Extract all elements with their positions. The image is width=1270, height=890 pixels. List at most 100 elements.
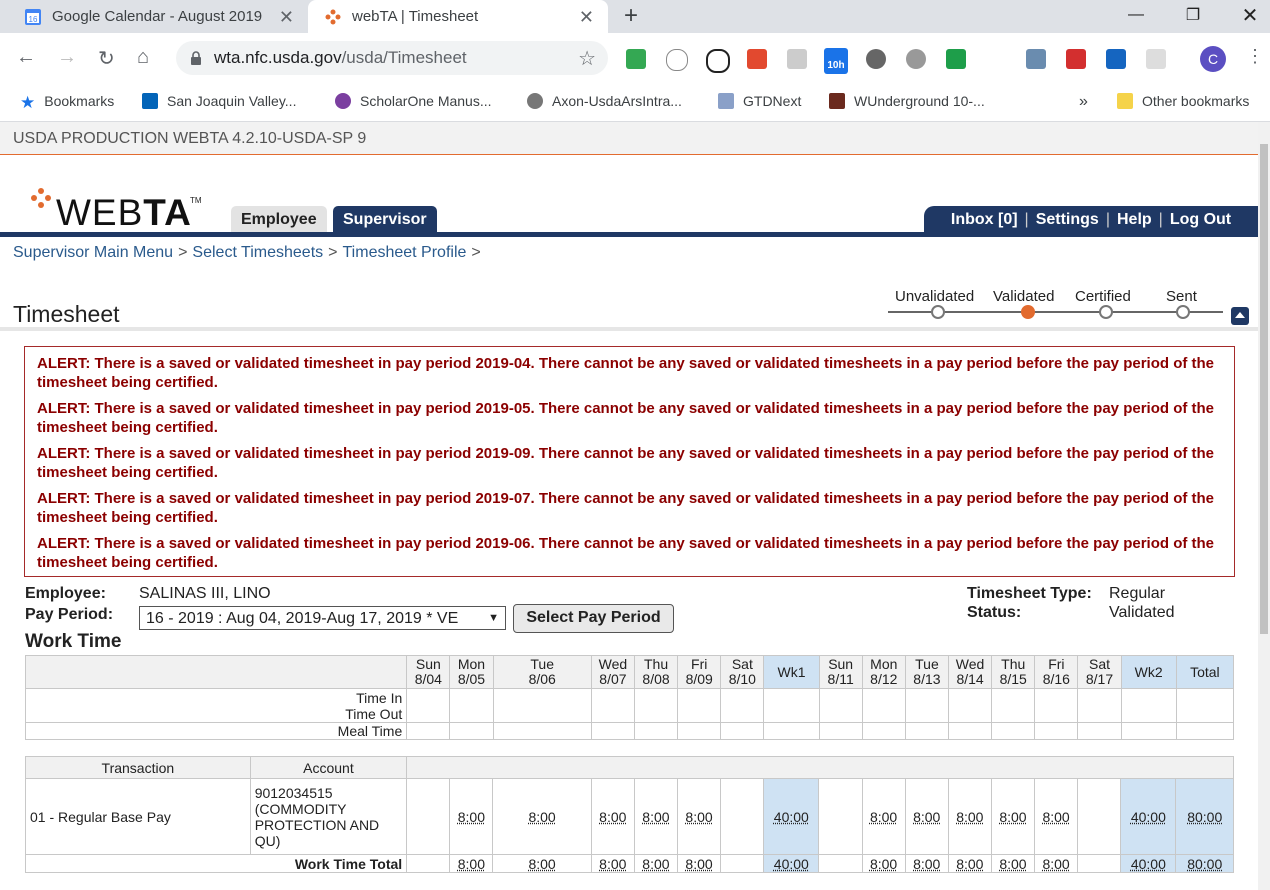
time-cell[interactable] [904,688,950,723]
settings-link[interactable]: Settings [1036,206,1099,233]
time-cell[interactable] [1120,688,1177,723]
time-cell[interactable] [818,688,863,723]
time-cell[interactable] [449,688,494,723]
hours-value[interactable]: 8:00 [870,809,897,825]
meal-time-cell[interactable] [449,722,494,740]
calendar-extension-icon[interactable]: 10h [824,48,848,74]
hours-cell[interactable]: 8:00 [861,778,906,855]
hours-cell[interactable]: 8:00 [990,778,1036,855]
bookmark-item[interactable]: San Joaquin Valley... [142,93,296,109]
meal-time-cell[interactable] [720,722,765,740]
close-tab-icon[interactable]: ✕ [279,7,294,28]
meal-time-cell[interactable] [1120,722,1177,740]
hours-value[interactable]: 8:00 [956,809,983,825]
hours-cell[interactable]: 8:00 [676,778,722,855]
meal-time-cell[interactable] [947,722,993,740]
time-cell[interactable] [1077,688,1122,723]
menu-icon[interactable]: ⋮ [1246,46,1264,67]
time-cell[interactable] [861,688,906,723]
extension-icon[interactable] [1066,49,1086,69]
breadcrumb-select-timesheets[interactable]: Select Timesheets [192,244,323,261]
meal-time-cell[interactable] [818,722,863,740]
extension-icon[interactable] [906,49,926,69]
reload-icon[interactable]: ↻ [98,46,115,71]
hours-value[interactable]: 8:00 [528,809,555,825]
meal-time-cell[interactable] [991,722,1036,740]
time-cell[interactable] [720,688,765,723]
help-link[interactable]: Help [1117,206,1152,233]
time-cell[interactable] [1034,688,1079,723]
meal-time-cell[interactable] [677,722,722,740]
hours-value[interactable]: 40:00 [1131,809,1166,825]
checkmark-extension-icon[interactable] [706,49,730,73]
total-value[interactable]: 8:00 [999,856,1026,872]
hours-value[interactable]: 8:00 [458,809,485,825]
extension-icon[interactable] [1146,49,1166,69]
week-hours-cell[interactable]: 40:00 [1120,778,1177,855]
browser-tab-calendar[interactable]: 16 Google Calendar - August 2019 ✕ [18,0,308,33]
hours-cell[interactable]: 8:00 [1034,778,1079,855]
meal-time-cell[interactable] [1034,722,1079,740]
forward-icon[interactable]: → [57,46,77,69]
hours-value[interactable]: 8:00 [685,809,712,825]
bookmark-item[interactable]: GTDNext [718,93,801,109]
download-extension-icon[interactable] [946,49,966,69]
time-cell[interactable] [406,688,451,723]
avatar[interactable]: C [1200,46,1226,72]
home-icon[interactable]: ⌂ [137,46,149,69]
time-cell[interactable] [633,688,679,723]
cloud-extension-icon[interactable] [666,49,688,71]
collapse-up-icon[interactable] [1231,307,1249,325]
bookmarks-overflow-button[interactable]: » [1079,93,1088,111]
hours-cell[interactable]: 8:00 [449,778,494,855]
minimize-icon[interactable]: — [1116,0,1156,30]
meal-time-cell[interactable] [633,722,679,740]
hours-value[interactable]: 8:00 [999,809,1026,825]
tab-supervisor[interactable]: Supervisor [333,206,437,233]
scrollbar-thumb[interactable] [1260,144,1268,634]
hours-cell[interactable]: 8:00 [947,778,992,855]
extension-icon[interactable] [1026,49,1046,69]
breadcrumb-supervisor-main-menu[interactable]: Supervisor Main Menu [13,244,173,261]
meal-time-cell[interactable] [861,722,906,740]
meal-time-cell[interactable] [590,722,635,740]
hours-cell[interactable] [720,778,765,855]
extension-icon[interactable] [986,49,1006,69]
time-cell[interactable] [763,688,820,723]
time-cell[interactable] [1175,688,1235,723]
inbox-link[interactable]: Inbox [0] [951,206,1018,233]
hours-value[interactable]: 8:00 [642,809,669,825]
time-cell[interactable] [590,688,635,723]
time-cell[interactable] [492,688,592,723]
total-value[interactable]: 8:00 [1042,856,1069,872]
pay-period-select[interactable]: 16 - 2019 : Aug 04, 2019-Aug 17, 2019 * … [139,606,506,630]
other-bookmarks[interactable]: Other bookmarks [1117,93,1249,109]
hours-cell[interactable] [1077,778,1122,855]
total-value[interactable]: 8:00 [956,856,983,872]
extension-icon[interactable] [787,49,807,69]
meal-time-cell[interactable] [1175,722,1235,740]
bookmark-item[interactable]: ScholarOne Manus... [335,93,492,109]
meal-time-cell[interactable] [492,722,592,740]
hours-cell[interactable]: 8:00 [492,778,592,855]
total-value[interactable]: 8:00 [458,856,485,872]
time-cell[interactable] [677,688,722,723]
tab-employee[interactable]: Employee [231,206,327,233]
total-value[interactable]: 8:00 [642,856,669,872]
total-value[interactable]: 8:00 [599,856,626,872]
time-cell[interactable] [947,688,993,723]
hours-cell[interactable]: 8:00 [633,778,678,855]
bookmark-star-icon[interactable]: ☆ [578,46,596,71]
total-value[interactable]: 8:00 [685,856,712,872]
meal-time-cell[interactable] [406,722,451,740]
bookmark-item[interactable]: ★ Bookmarks [20,93,114,112]
meal-time-cell[interactable] [904,722,950,740]
maximize-icon[interactable]: ❐ [1173,0,1213,30]
total-value[interactable]: 8:00 [913,856,940,872]
logout-link[interactable]: Log Out [1170,206,1231,233]
close-tab-icon[interactable]: ✕ [579,7,594,28]
back-icon[interactable]: ← [16,46,36,69]
extension-icon[interactable] [1106,49,1126,69]
week-hours-cell[interactable]: 40:00 [763,778,820,855]
hours-value[interactable]: 8:00 [599,809,626,825]
